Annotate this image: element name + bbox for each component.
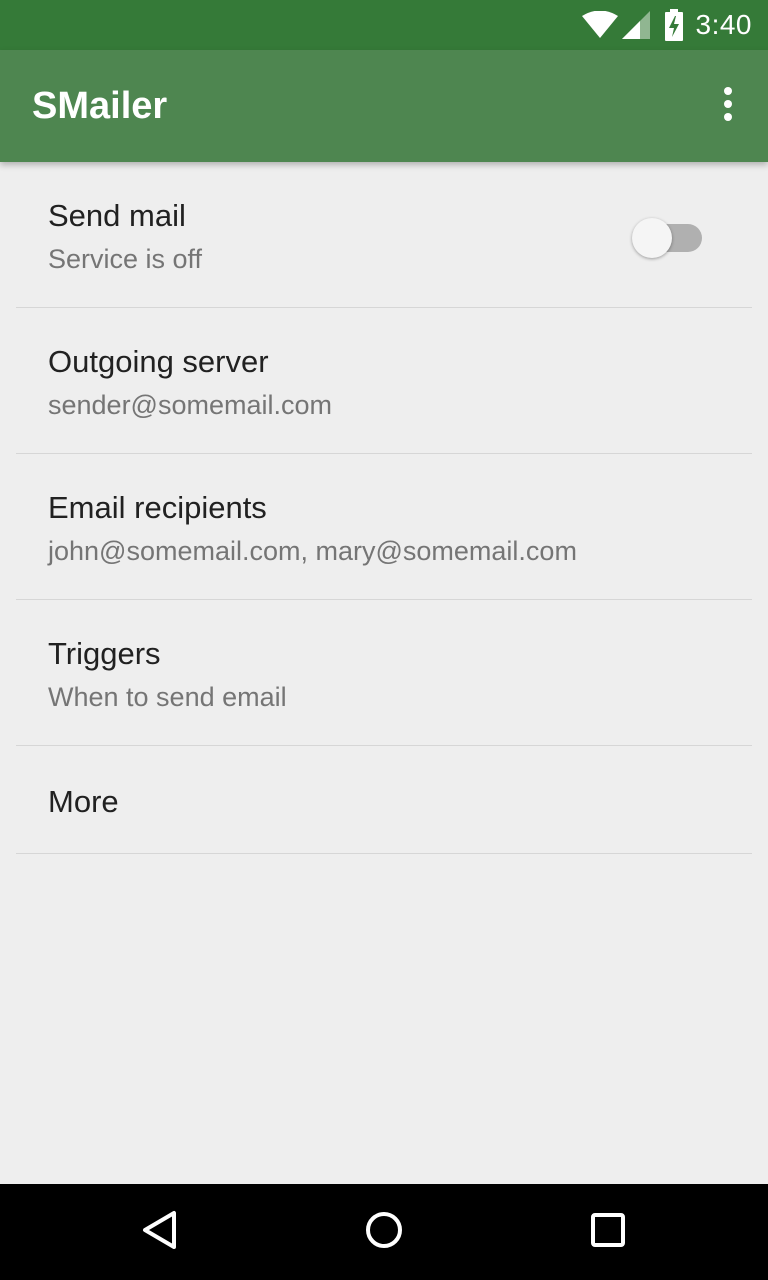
recents-button[interactable] (584, 1208, 632, 1256)
more-vert-icon (723, 86, 733, 126)
navigation-bar (0, 1184, 768, 1280)
battery-charging-icon (664, 9, 684, 41)
pref-summary: sender@somemail.com (48, 390, 333, 420)
back-icon (140, 1209, 180, 1256)
status-time: 3:40 (695, 9, 752, 40)
pref-email-recipients[interactable]: Email recipients john@somemail.com, mary… (16, 454, 752, 600)
overflow-menu-button[interactable] (704, 78, 752, 134)
switch-thumb (632, 218, 672, 258)
pref-more[interactable]: More (16, 746, 752, 854)
pref-summary: john@somemail.com, mary@somemail.com (48, 536, 577, 566)
screen: 3:40 SMailer Send mail Service is off Ou… (0, 0, 768, 1280)
home-button[interactable] (360, 1208, 408, 1256)
home-icon (364, 1210, 404, 1255)
pref-title: Triggers (48, 636, 161, 671)
cell-signal-icon (621, 11, 650, 39)
pref-title: More (48, 784, 119, 819)
app-bar: SMailer (0, 50, 768, 162)
back-button[interactable] (136, 1208, 184, 1256)
send-mail-switch[interactable] (632, 218, 704, 258)
pref-title: Send mail (48, 198, 186, 233)
pref-triggers[interactable]: Triggers When to send email (16, 600, 752, 746)
pref-send-mail[interactable]: Send mail Service is off (16, 162, 752, 308)
status-icons: 3:40 (581, 0, 753, 50)
recents-icon (590, 1212, 626, 1253)
status-bar: 3:40 (0, 0, 768, 50)
pref-title: Outgoing server (48, 344, 269, 379)
wifi-icon (581, 11, 618, 39)
pref-title: Email recipients (48, 490, 267, 525)
settings-list: Send mail Service is off Outgoing server… (0, 162, 768, 854)
pref-summary: Service is off (48, 244, 203, 274)
app-title: SMailer (32, 85, 168, 127)
pref-outgoing-server[interactable]: Outgoing server sender@somemail.com (16, 308, 752, 454)
pref-summary: When to send email (48, 682, 287, 712)
